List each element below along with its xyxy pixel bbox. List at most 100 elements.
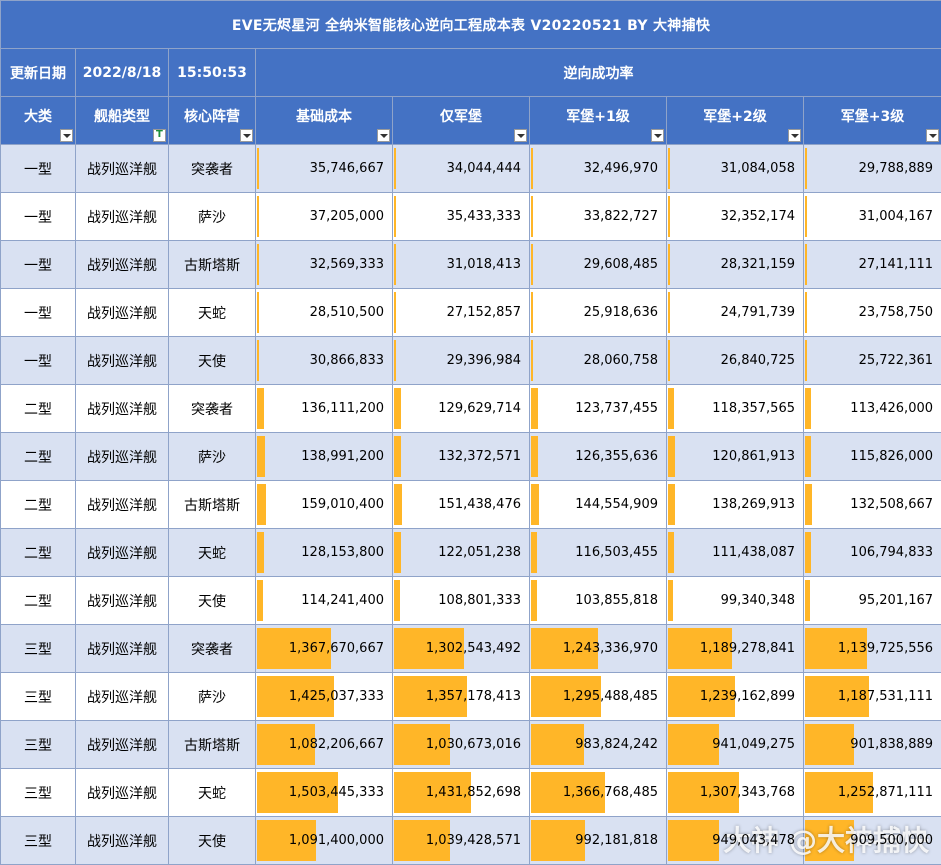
cell-cost[interactable]: 1,239,162,899 xyxy=(666,672,804,721)
cell-cost[interactable]: 128,153,800 xyxy=(255,528,393,577)
cell-cost[interactable]: 29,608,485 xyxy=(529,240,667,289)
cell-cost[interactable]: 1,307,343,768 xyxy=(666,768,804,817)
cell-cost[interactable]: 1,431,852,698 xyxy=(392,768,530,817)
cell-ship-type[interactable]: 战列巡洋舰 xyxy=(75,480,169,529)
cell-cost[interactable]: 108,801,333 xyxy=(392,576,530,625)
cell-cost[interactable]: 37,205,000 xyxy=(255,192,393,241)
cell-category[interactable]: 一型 xyxy=(0,240,76,289)
cell-cost[interactable]: 1,295,488,485 xyxy=(529,672,667,721)
cell-cost[interactable]: 113,426,000 xyxy=(802,384,941,433)
cell-ship-type[interactable]: 战列巡洋舰 xyxy=(75,240,169,289)
cell-cost[interactable]: 115,826,000 xyxy=(802,432,941,481)
cell-cost[interactable]: 118,357,565 xyxy=(666,384,804,433)
cell-ship-type[interactable]: 战列巡洋舰 xyxy=(75,528,169,577)
cell-cost[interactable]: 28,060,758 xyxy=(529,336,667,385)
cell-ship-type[interactable]: 战列巡洋舰 xyxy=(75,672,169,721)
cell-cost[interactable]: 28,321,159 xyxy=(666,240,804,289)
cell-cost[interactable]: 29,396,984 xyxy=(392,336,530,385)
cell-cost[interactable]: 1,302,543,492 xyxy=(392,624,530,673)
cell-cost[interactable]: 111,438,087 xyxy=(666,528,804,577)
cell-cost[interactable]: 132,372,571 xyxy=(392,432,530,481)
cell-ship-type[interactable]: 战列巡洋舰 xyxy=(75,432,169,481)
cell-ship-type[interactable]: 战列巡洋舰 xyxy=(75,816,169,865)
filter-dropdown-icon[interactable] xyxy=(60,129,73,142)
cell-cost[interactable]: 138,991,200 xyxy=(255,432,393,481)
cell-category[interactable]: 一型 xyxy=(0,336,76,385)
cell-cost[interactable]: 27,152,857 xyxy=(392,288,530,337)
cell-cost[interactable]: 32,569,333 xyxy=(255,240,393,289)
header-core-faction[interactable]: 核心阵营 xyxy=(168,96,256,145)
cell-category[interactable]: 三型 xyxy=(0,768,76,817)
cell-cost[interactable]: 126,355,636 xyxy=(529,432,667,481)
cell-ship-type[interactable]: 战列巡洋舰 xyxy=(75,144,169,193)
cell-cost[interactable]: 29,788,889 xyxy=(802,144,941,193)
cell-cost[interactable]: 1,367,670,667 xyxy=(255,624,393,673)
header-fort-2[interactable]: 军堡+2级 xyxy=(666,96,804,145)
cell-cost[interactable]: 32,352,174 xyxy=(666,192,804,241)
cell-cost[interactable]: 1,252,871,111 xyxy=(802,768,941,817)
cell-cost[interactable]: 114,241,400 xyxy=(255,576,393,625)
cell-cost[interactable]: 35,746,667 xyxy=(255,144,393,193)
update-date-label[interactable]: 更新日期 xyxy=(0,48,76,97)
cell-cost[interactable]: 1,189,278,841 xyxy=(666,624,804,673)
header-ship-type[interactable]: 舰船类型 xyxy=(75,96,169,145)
cell-core-faction[interactable]: 天使 xyxy=(168,336,256,385)
cell-cost[interactable]: 25,918,636 xyxy=(529,288,667,337)
cell-cost[interactable]: 35,433,333 xyxy=(392,192,530,241)
header-fort-1[interactable]: 军堡+1级 xyxy=(529,96,667,145)
cell-ship-type[interactable]: 战列巡洋舰 xyxy=(75,624,169,673)
update-date-value[interactable]: 2022/8/18 xyxy=(75,48,169,97)
cell-ship-type[interactable]: 战列巡洋舰 xyxy=(75,768,169,817)
cell-cost[interactable]: 1,243,336,970 xyxy=(529,624,667,673)
cell-cost[interactable]: 25,722,361 xyxy=(802,336,941,385)
cell-cost[interactable]: 123,737,455 xyxy=(529,384,667,433)
cell-category[interactable]: 三型 xyxy=(0,816,76,865)
update-time-value[interactable]: 15:50:53 xyxy=(168,48,256,97)
cell-category[interactable]: 二型 xyxy=(0,480,76,529)
cell-core-faction[interactable]: 天蛇 xyxy=(168,288,256,337)
cell-core-faction[interactable]: 古斯塔斯 xyxy=(168,480,256,529)
cell-cost[interactable]: 992,181,818 xyxy=(529,816,667,865)
cell-category[interactable]: 二型 xyxy=(0,528,76,577)
cell-cost[interactable]: 106,794,833 xyxy=(802,528,941,577)
cell-cost[interactable]: 901,838,889 xyxy=(802,720,941,769)
cell-cost[interactable]: 24,791,739 xyxy=(666,288,804,337)
cell-cost[interactable]: 1,187,531,111 xyxy=(802,672,941,721)
cell-category[interactable]: 一型 xyxy=(0,144,76,193)
cell-core-faction[interactable]: 萨沙 xyxy=(168,192,256,241)
cell-core-faction[interactable]: 萨沙 xyxy=(168,432,256,481)
cell-cost[interactable]: 34,044,444 xyxy=(392,144,530,193)
filter-dropdown-icon[interactable] xyxy=(651,129,664,142)
cell-cost[interactable]: 120,861,913 xyxy=(666,432,804,481)
cell-cost[interactable]: 138,269,913 xyxy=(666,480,804,529)
cell-cost[interactable]: 1,357,178,413 xyxy=(392,672,530,721)
cell-cost[interactable]: 116,503,455 xyxy=(529,528,667,577)
cell-cost[interactable]: 1,039,428,571 xyxy=(392,816,530,865)
cell-cost[interactable]: 151,438,476 xyxy=(392,480,530,529)
cell-cost[interactable]: 941,049,275 xyxy=(666,720,804,769)
cell-core-faction[interactable]: 天使 xyxy=(168,816,256,865)
cell-core-faction[interactable]: 突袭者 xyxy=(168,624,256,673)
cell-category[interactable]: 三型 xyxy=(0,624,76,673)
cell-cost[interactable]: 26,840,725 xyxy=(666,336,804,385)
cell-category[interactable]: 二型 xyxy=(0,384,76,433)
cell-ship-type[interactable]: 战列巡洋舰 xyxy=(75,192,169,241)
cell-cost[interactable]: 159,010,400 xyxy=(255,480,393,529)
cell-cost[interactable]: 1,503,445,333 xyxy=(255,768,393,817)
filter-dropdown-icon[interactable] xyxy=(788,129,801,142)
cell-cost[interactable]: 103,855,818 xyxy=(529,576,667,625)
header-base-cost[interactable]: 基础成本 xyxy=(255,96,393,145)
filter-active-icon[interactable] xyxy=(153,129,166,142)
cell-cost[interactable]: 1,139,725,556 xyxy=(802,624,941,673)
cell-category[interactable]: 二型 xyxy=(0,432,76,481)
cell-core-faction[interactable]: 天蛇 xyxy=(168,768,256,817)
cell-cost[interactable]: 1,425,037,333 xyxy=(255,672,393,721)
cell-cost[interactable]: 983,824,242 xyxy=(529,720,667,769)
cell-ship-type[interactable]: 战列巡洋舰 xyxy=(75,720,169,769)
cell-core-faction[interactable]: 突袭者 xyxy=(168,384,256,433)
cell-cost[interactable]: 132,508,667 xyxy=(802,480,941,529)
cell-cost[interactable]: 31,084,058 xyxy=(666,144,804,193)
cell-core-faction[interactable]: 萨沙 xyxy=(168,672,256,721)
cell-category[interactable]: 一型 xyxy=(0,192,76,241)
cell-cost[interactable]: 30,866,833 xyxy=(255,336,393,385)
